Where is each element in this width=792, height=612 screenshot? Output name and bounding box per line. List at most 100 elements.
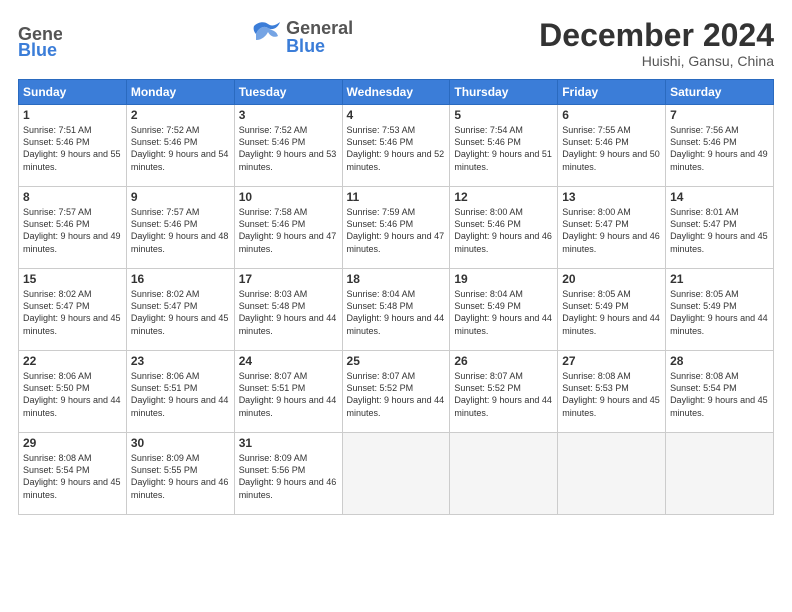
day-number: 11 xyxy=(347,190,446,204)
calendar-cell: 18 Sunrise: 8:04 AMSunset: 5:48 PMDaylig… xyxy=(342,269,450,351)
day-number: 16 xyxy=(131,272,230,286)
day-number: 30 xyxy=(131,436,230,450)
calendar-cell: 27 Sunrise: 8:08 AMSunset: 5:53 PMDaylig… xyxy=(558,351,666,433)
day-info: Sunrise: 7:51 AMSunset: 5:46 PMDaylight:… xyxy=(23,124,122,173)
calendar-cell: 28 Sunrise: 8:08 AMSunset: 5:54 PMDaylig… xyxy=(666,351,774,433)
weekday-saturday: Saturday xyxy=(666,80,774,105)
day-number: 2 xyxy=(131,108,230,122)
title-section: December 2024 Huishi, Gansu, China xyxy=(539,18,774,69)
calendar-cell: 30 Sunrise: 8:09 AMSunset: 5:55 PMDaylig… xyxy=(126,433,234,515)
day-number: 1 xyxy=(23,108,122,122)
week-row-5: 29 Sunrise: 8:08 AMSunset: 5:54 PMDaylig… xyxy=(19,433,774,515)
day-number: 9 xyxy=(131,190,230,204)
calendar-cell: 15 Sunrise: 8:02 AMSunset: 5:47 PMDaylig… xyxy=(19,269,127,351)
page: General Blue General Blue December 2024 … xyxy=(0,0,792,612)
week-row-1: 1 Sunrise: 7:51 AMSunset: 5:46 PMDayligh… xyxy=(19,105,774,187)
day-number: 7 xyxy=(670,108,769,122)
day-info: Sunrise: 8:03 AMSunset: 5:48 PMDaylight:… xyxy=(239,288,338,337)
day-info: Sunrise: 8:08 AMSunset: 5:54 PMDaylight:… xyxy=(23,452,122,501)
calendar-cell: 2 Sunrise: 7:52 AMSunset: 5:46 PMDayligh… xyxy=(126,105,234,187)
day-info: Sunrise: 8:01 AMSunset: 5:47 PMDaylight:… xyxy=(670,206,769,255)
day-number: 5 xyxy=(454,108,553,122)
logo-blue: Blue xyxy=(286,37,353,55)
day-number: 27 xyxy=(562,354,661,368)
day-info: Sunrise: 8:00 AMSunset: 5:46 PMDaylight:… xyxy=(454,206,553,255)
location: Huishi, Gansu, China xyxy=(539,53,774,69)
calendar-cell: 9 Sunrise: 7:57 AMSunset: 5:46 PMDayligh… xyxy=(126,187,234,269)
calendar-cell: 5 Sunrise: 7:54 AMSunset: 5:46 PMDayligh… xyxy=(450,105,558,187)
logo-icon: General Blue xyxy=(18,18,62,62)
day-info: Sunrise: 8:05 AMSunset: 5:49 PMDaylight:… xyxy=(670,288,769,337)
day-info: Sunrise: 8:00 AMSunset: 5:47 PMDaylight:… xyxy=(562,206,661,255)
day-number: 22 xyxy=(23,354,122,368)
day-info: Sunrise: 8:06 AMSunset: 5:50 PMDaylight:… xyxy=(23,370,122,419)
weekday-wednesday: Wednesday xyxy=(342,80,450,105)
calendar-cell: 25 Sunrise: 8:07 AMSunset: 5:52 PMDaylig… xyxy=(342,351,450,433)
day-info: Sunrise: 7:58 AMSunset: 5:46 PMDaylight:… xyxy=(239,206,338,255)
day-info: Sunrise: 8:08 AMSunset: 5:54 PMDaylight:… xyxy=(670,370,769,419)
month-title: December 2024 xyxy=(539,18,774,53)
calendar-cell: 7 Sunrise: 7:56 AMSunset: 5:46 PMDayligh… xyxy=(666,105,774,187)
day-number: 18 xyxy=(347,272,446,286)
day-number: 21 xyxy=(670,272,769,286)
calendar-cell: 12 Sunrise: 8:00 AMSunset: 5:46 PMDaylig… xyxy=(450,187,558,269)
calendar-cell: 26 Sunrise: 8:07 AMSunset: 5:52 PMDaylig… xyxy=(450,351,558,433)
day-number: 20 xyxy=(562,272,661,286)
logo-block: General Blue xyxy=(248,18,353,56)
week-row-4: 22 Sunrise: 8:06 AMSunset: 5:50 PMDaylig… xyxy=(19,351,774,433)
day-number: 23 xyxy=(131,354,230,368)
day-number: 17 xyxy=(239,272,338,286)
day-info: Sunrise: 7:54 AMSunset: 5:46 PMDaylight:… xyxy=(454,124,553,173)
day-number: 26 xyxy=(454,354,553,368)
day-info: Sunrise: 8:07 AMSunset: 5:52 PMDaylight:… xyxy=(454,370,553,419)
day-number: 4 xyxy=(347,108,446,122)
calendar-cell: 13 Sunrise: 8:00 AMSunset: 5:47 PMDaylig… xyxy=(558,187,666,269)
day-number: 10 xyxy=(239,190,338,204)
weekday-sunday: Sunday xyxy=(19,80,127,105)
bird-logo xyxy=(248,18,286,56)
weekday-monday: Monday xyxy=(126,80,234,105)
day-info: Sunrise: 8:08 AMSunset: 5:53 PMDaylight:… xyxy=(562,370,661,419)
calendar-cell: 22 Sunrise: 8:06 AMSunset: 5:50 PMDaylig… xyxy=(19,351,127,433)
logo: General Blue xyxy=(18,18,62,62)
calendar-cell: 8 Sunrise: 7:57 AMSunset: 5:46 PMDayligh… xyxy=(19,187,127,269)
calendar-cell: 14 Sunrise: 8:01 AMSunset: 5:47 PMDaylig… xyxy=(666,187,774,269)
day-number: 14 xyxy=(670,190,769,204)
day-info: Sunrise: 7:57 AMSunset: 5:46 PMDaylight:… xyxy=(23,206,122,255)
day-number: 8 xyxy=(23,190,122,204)
logo-general: General xyxy=(286,19,353,37)
header: General Blue General Blue December 2024 … xyxy=(18,18,774,69)
day-number: 6 xyxy=(562,108,661,122)
calendar-cell xyxy=(342,433,450,515)
day-number: 28 xyxy=(670,354,769,368)
calendar-cell: 10 Sunrise: 7:58 AMSunset: 5:46 PMDaylig… xyxy=(234,187,342,269)
day-number: 25 xyxy=(347,354,446,368)
calendar-cell: 16 Sunrise: 8:02 AMSunset: 5:47 PMDaylig… xyxy=(126,269,234,351)
weekday-thursday: Thursday xyxy=(450,80,558,105)
weekday-tuesday: Tuesday xyxy=(234,80,342,105)
day-info: Sunrise: 8:02 AMSunset: 5:47 PMDaylight:… xyxy=(23,288,122,337)
svg-text:Blue: Blue xyxy=(18,40,57,60)
day-number: 31 xyxy=(239,436,338,450)
calendar-cell: 4 Sunrise: 7:53 AMSunset: 5:46 PMDayligh… xyxy=(342,105,450,187)
calendar-cell xyxy=(666,433,774,515)
day-number: 19 xyxy=(454,272,553,286)
day-info: Sunrise: 7:52 AMSunset: 5:46 PMDaylight:… xyxy=(131,124,230,173)
day-info: Sunrise: 8:09 AMSunset: 5:55 PMDaylight:… xyxy=(131,452,230,501)
weekday-header-row: SundayMondayTuesdayWednesdayThursdayFrid… xyxy=(19,80,774,105)
day-number: 15 xyxy=(23,272,122,286)
day-number: 3 xyxy=(239,108,338,122)
calendar-cell: 31 Sunrise: 8:09 AMSunset: 5:56 PMDaylig… xyxy=(234,433,342,515)
calendar-cell: 21 Sunrise: 8:05 AMSunset: 5:49 PMDaylig… xyxy=(666,269,774,351)
day-info: Sunrise: 8:07 AMSunset: 5:52 PMDaylight:… xyxy=(347,370,446,419)
day-number: 13 xyxy=(562,190,661,204)
day-number: 12 xyxy=(454,190,553,204)
day-info: Sunrise: 7:52 AMSunset: 5:46 PMDaylight:… xyxy=(239,124,338,173)
calendar-cell: 11 Sunrise: 7:59 AMSunset: 5:46 PMDaylig… xyxy=(342,187,450,269)
calendar-cell: 23 Sunrise: 8:06 AMSunset: 5:51 PMDaylig… xyxy=(126,351,234,433)
day-info: Sunrise: 7:59 AMSunset: 5:46 PMDaylight:… xyxy=(347,206,446,255)
day-info: Sunrise: 8:05 AMSunset: 5:49 PMDaylight:… xyxy=(562,288,661,337)
calendar-cell: 29 Sunrise: 8:08 AMSunset: 5:54 PMDaylig… xyxy=(19,433,127,515)
calendar-table: SundayMondayTuesdayWednesdayThursdayFrid… xyxy=(18,79,774,515)
day-info: Sunrise: 8:09 AMSunset: 5:56 PMDaylight:… xyxy=(239,452,338,501)
